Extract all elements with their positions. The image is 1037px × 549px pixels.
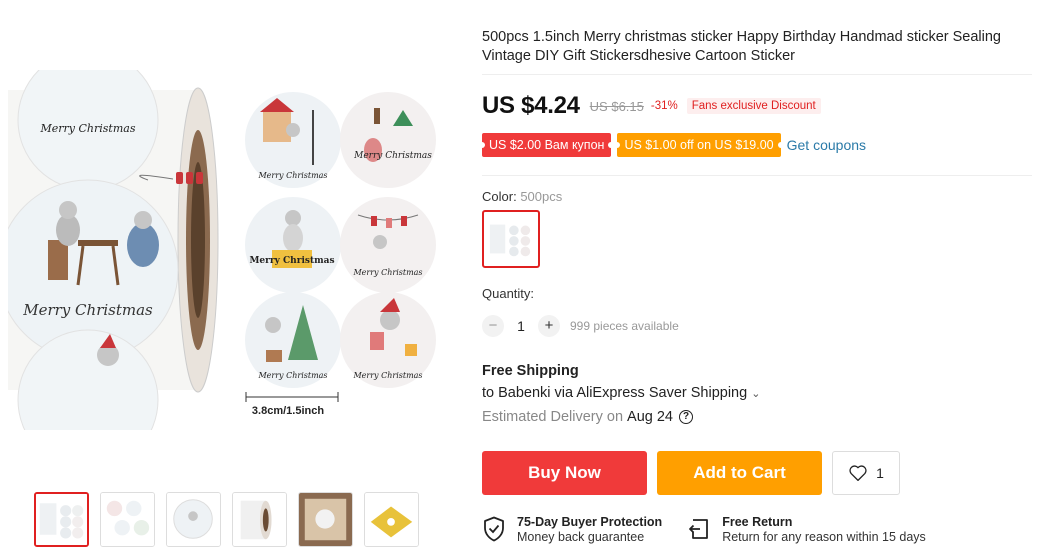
shipping-line-text: to Babenki via AliExpress Saver Shipping <box>482 385 748 401</box>
sticker-4: Merry Christmas <box>340 197 436 293</box>
pieces-available: 999 pieces available <box>570 319 679 333</box>
sticker-6: Merry Christmas <box>340 292 436 388</box>
protection-subtitle: Money back guarantee <box>517 530 645 544</box>
quantity-label: Quantity: <box>482 286 535 301</box>
free-shipping-title: Free Shipping <box>482 363 579 379</box>
wishlist-count: 1 <box>876 465 884 481</box>
quantity-value[interactable]: 1 <box>504 318 538 334</box>
quantity-plus-button[interactable]: + <box>538 315 560 337</box>
discount-percent: -31% <box>650 100 678 112</box>
svg-text:Merry Christmas: Merry Christmas <box>352 371 422 380</box>
roll-top-caption: Merry Christmas <box>40 122 136 135</box>
coupon-row: US $2.00 Вам купон US $1.00 off on US $1… <box>478 133 866 157</box>
title-divider <box>482 74 1032 75</box>
main-product-image[interactable]: Merry Christmas Merry Christmas Merry Ch… <box>8 70 448 430</box>
price-row: US $4.24 US $6.15 -31% Fans exclusive Di… <box>482 92 821 120</box>
action-buttons: Buy Now Add to Cart 1 <box>482 451 900 495</box>
svg-text:Merry Christmas: Merry Christmas <box>257 371 327 380</box>
dimension-label: 3.8cm/1.5inch <box>252 405 324 417</box>
get-coupons-link[interactable]: Get coupons <box>787 137 866 153</box>
shield-check-icon <box>484 516 504 542</box>
product-title: 500pcs 1.5inch Merry christmas sticker H… <box>482 29 1001 64</box>
chevron-down-icon: ⌄ <box>751 388 761 400</box>
thumbnail-6[interactable] <box>364 492 419 547</box>
svg-text:Merry Christmas: Merry Christmas <box>352 268 422 277</box>
add-to-cart-button[interactable]: Add to Cart <box>657 451 822 495</box>
color-label: Color: 500pcs <box>482 189 563 204</box>
return-title: Free Return <box>722 515 793 529</box>
quantity-minus-button[interactable]: − <box>482 315 504 337</box>
protection-title: 75-Day Buyer Protection <box>517 515 663 529</box>
wishlist-button[interactable]: 1 <box>832 451 900 495</box>
color-selected-value: 500pcs <box>520 189 563 204</box>
thumbnail-1[interactable] <box>34 492 89 547</box>
sticker-3: Merry Christmas <box>245 197 341 293</box>
return-box-icon <box>689 519 709 539</box>
free-return[interactable]: Free Return Return for any reason within… <box>687 515 926 545</box>
estimated-delivery: Estimated Delivery on Aug 24 ? <box>482 409 693 425</box>
thumbnail-3[interactable] <box>166 492 221 547</box>
delivery-label: Estimated Delivery on <box>482 409 624 425</box>
quantity-stepper: − 1 + 999 pieces available <box>482 315 679 337</box>
roll-caption: Merry Christmas <box>22 301 153 319</box>
thumbnail-2[interactable] <box>100 492 155 547</box>
shipping-method-selector[interactable]: to Babenki via AliExpress Saver Shipping… <box>482 385 760 401</box>
fans-discount-badge: Fans exclusive Discount <box>686 98 821 114</box>
buyer-protection[interactable]: 75-Day Buyer Protection Money back guara… <box>482 515 662 545</box>
guarantees: 75-Day Buyer Protection Money back guara… <box>482 515 926 545</box>
coupon-2-dollar[interactable]: US $2.00 Вам купон <box>478 133 615 157</box>
thumbnail-strip <box>34 492 419 547</box>
color-swatch-500pcs[interactable] <box>482 210 540 268</box>
heart-icon <box>849 465 867 482</box>
sticker-1: Merry Christmas <box>245 92 341 188</box>
sticker-5: Merry Christmas <box>245 292 341 388</box>
coupon-1-dollar[interactable]: US $1.00 off on US $19.00 <box>614 133 784 157</box>
thumbnail-5[interactable] <box>298 492 353 547</box>
question-circle-icon[interactable]: ? <box>679 410 693 424</box>
product-gallery: Merry Christmas Merry Christmas Merry Ch… <box>0 0 455 549</box>
svg-text:Merry Christmas: Merry Christmas <box>249 256 334 266</box>
current-price: US $4.24 <box>482 92 580 119</box>
delivery-date: Aug 24 <box>627 409 673 425</box>
thumbnail-4[interactable] <box>232 492 287 547</box>
sticker-2: Merry Christmas <box>340 92 436 188</box>
svg-text:Merry Christmas: Merry Christmas <box>353 151 432 161</box>
section-divider <box>482 175 1032 176</box>
return-subtitle: Return for any reason within 15 days <box>722 530 926 544</box>
svg-text:Merry Christmas: Merry Christmas <box>257 171 327 180</box>
original-price: US $6.15 <box>589 98 644 114</box>
buy-now-button[interactable]: Buy Now <box>482 451 647 495</box>
